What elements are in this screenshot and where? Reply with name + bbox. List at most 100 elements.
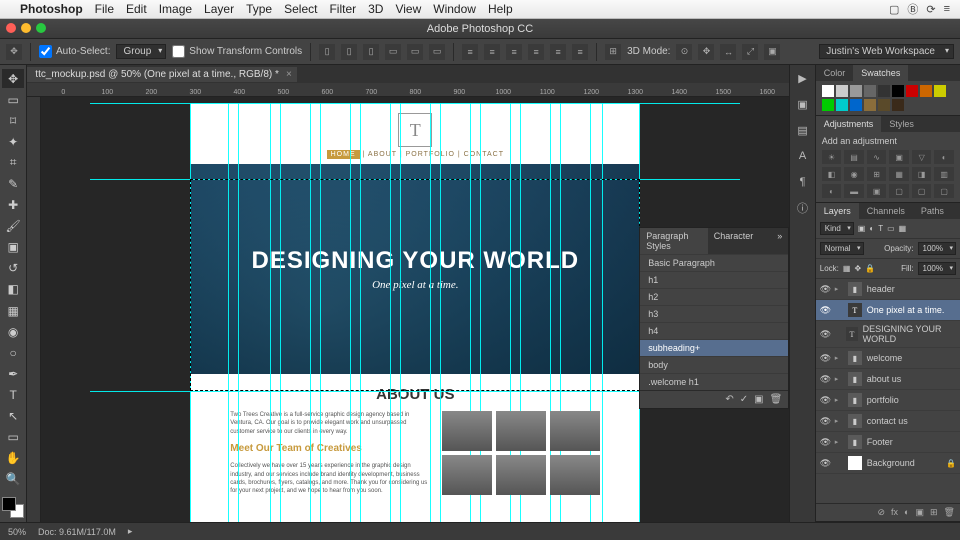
zoom-icon[interactable] bbox=[36, 23, 46, 33]
tab-swatches[interactable]: Swatches bbox=[853, 65, 908, 81]
visibility-icon[interactable]: 👁 bbox=[820, 437, 830, 448]
expand-icon[interactable]: ▸ bbox=[835, 396, 843, 404]
panel-menu-icon[interactable]: » bbox=[771, 228, 788, 254]
menu-select[interactable]: Select bbox=[284, 2, 317, 16]
menu-image[interactable]: Image bbox=[159, 2, 192, 16]
visibility-icon[interactable]: 👁 bbox=[820, 416, 830, 427]
layer-row[interactable]: 👁TDESIGNING YOUR WORLD bbox=[816, 321, 960, 348]
pstyle-basic[interactable]: Basic Paragraph bbox=[640, 254, 788, 271]
filter-pixel-icon[interactable]: ▣ bbox=[858, 224, 866, 233]
pstyle-h1[interactable]: h1 bbox=[640, 271, 788, 288]
layer-row[interactable]: 👁▸▮header bbox=[816, 279, 960, 300]
3d-slide-icon[interactable]: ↔ bbox=[720, 44, 736, 60]
adj-invert-icon[interactable]: ◨ bbox=[912, 167, 932, 181]
adobe-cc-icon[interactable]: ▢ bbox=[889, 3, 899, 16]
crop-tool[interactable]: ⌗ bbox=[2, 153, 24, 172]
tab-styles[interactable]: Styles bbox=[881, 116, 922, 132]
swatches-grid[interactable] bbox=[822, 85, 954, 111]
canvas-area[interactable]: T HOME | ABOUT | PORTFOLIO | CONTACT DES… bbox=[41, 97, 789, 522]
brush-tool[interactable]: 🖌 bbox=[2, 217, 24, 236]
adj-channel-mixer-icon[interactable]: ⊞ bbox=[867, 167, 887, 181]
eyedropper-tool[interactable]: ✎ bbox=[2, 174, 24, 193]
path-tool[interactable]: ↖ bbox=[2, 407, 24, 426]
visibility-icon[interactable]: 👁 bbox=[820, 374, 830, 385]
adj-gradient-map-icon[interactable]: ▬ bbox=[844, 184, 864, 198]
menu-view[interactable]: View bbox=[395, 2, 421, 16]
visibility-icon[interactable]: 👁 bbox=[820, 353, 830, 364]
eraser-tool[interactable]: ◧ bbox=[2, 280, 24, 299]
move-tool-icon[interactable]: ✥ bbox=[6, 44, 22, 60]
3d-camera-icon[interactable]: ▣ bbox=[764, 44, 780, 60]
distribute-v-icon[interactable]: ≡ bbox=[484, 44, 500, 60]
layer-row[interactable]: 👁▸▮portfolio bbox=[816, 390, 960, 411]
align-left-icon[interactable]: ▯ bbox=[319, 44, 335, 60]
fg-color-swatch[interactable] bbox=[2, 497, 16, 511]
wand-tool[interactable]: ✦ bbox=[2, 132, 24, 151]
visibility-icon[interactable]: 👁 bbox=[820, 305, 830, 316]
expand-icon[interactable]: ▸ bbox=[835, 375, 843, 383]
expand-icon[interactable]: ▸ bbox=[835, 438, 843, 446]
link-layers-icon[interactable]: ⊘ bbox=[877, 507, 885, 518]
tab-character-styles[interactable]: Character bbox=[708, 228, 760, 254]
adj-posterize-icon[interactable]: ▥ bbox=[934, 167, 954, 181]
pstyle-h3[interactable]: h3 bbox=[640, 305, 788, 322]
menu-window[interactable]: Window bbox=[433, 2, 476, 16]
blend-mode-dropdown[interactable]: Normal bbox=[820, 242, 864, 255]
distribute-h-icon[interactable]: ≡ bbox=[462, 44, 478, 60]
paragraph-icon[interactable]: ¶ bbox=[794, 173, 812, 191]
expand-icon[interactable]: ▸ bbox=[835, 354, 843, 362]
character-icon[interactable]: A bbox=[794, 147, 812, 165]
lock-pixels-icon[interactable]: ▦ bbox=[843, 264, 851, 273]
paragraph-styles-panel[interactable]: Paragraph Styles Character » Basic Parag… bbox=[639, 227, 789, 409]
layer-row[interactable]: 👁▸▮about us bbox=[816, 369, 960, 390]
new-group-icon[interactable]: ▣ bbox=[915, 507, 924, 518]
actions-icon[interactable]: ▤ bbox=[794, 121, 812, 139]
lasso-tool[interactable]: ⌑ bbox=[2, 111, 24, 130]
align-middle-icon[interactable]: ▭ bbox=[407, 44, 423, 60]
pstyle-welcome[interactable]: .welcome h1 bbox=[640, 373, 788, 390]
menu-layer[interactable]: Layer bbox=[204, 2, 234, 16]
adj-hue-icon[interactable]: ◐ bbox=[934, 150, 954, 164]
distribute-4-icon[interactable]: ≡ bbox=[528, 44, 544, 60]
zoom-tool[interactable]: 🔍 bbox=[2, 470, 24, 489]
menu-edit[interactable]: Edit bbox=[126, 2, 147, 16]
dodge-tool[interactable]: ○ bbox=[2, 343, 24, 362]
adj-levels-icon[interactable]: ▤ bbox=[844, 150, 864, 164]
layer-row[interactable]: 👁▸▮Footer bbox=[816, 432, 960, 453]
auto-align-icon[interactable]: ⊞ bbox=[605, 44, 621, 60]
history-icon[interactable]: ▣ bbox=[794, 95, 812, 113]
tab-adjustments[interactable]: Adjustments bbox=[816, 116, 882, 132]
adj-more1-icon[interactable]: ▢ bbox=[889, 184, 909, 198]
distribute-5-icon[interactable]: ≡ bbox=[550, 44, 566, 60]
lock-all-icon[interactable]: 🔒 bbox=[865, 264, 875, 273]
distribute-3-icon[interactable]: ≡ bbox=[506, 44, 522, 60]
3d-pan-icon[interactable]: ✥ bbox=[698, 44, 714, 60]
status-chevron-icon[interactable]: ▸ bbox=[128, 526, 133, 537]
distribute-6-icon[interactable]: ≡ bbox=[572, 44, 588, 60]
menu-file[interactable]: File bbox=[95, 2, 114, 16]
ruler-vertical[interactable] bbox=[27, 97, 41, 522]
opacity-value[interactable]: 100% bbox=[918, 242, 956, 255]
close-icon[interactable] bbox=[6, 23, 16, 33]
type-tool[interactable]: T bbox=[2, 385, 24, 404]
doc-tab[interactable]: ttc_mockup.psd @ 50% (One pixel at a tim… bbox=[27, 67, 297, 82]
info-icon[interactable]: ⓘ bbox=[794, 199, 812, 217]
visibility-icon[interactable]: 👁 bbox=[820, 395, 830, 406]
history-brush-tool[interactable]: ↺ bbox=[2, 259, 24, 278]
adj-bw-icon[interactable]: ◧ bbox=[822, 167, 842, 181]
move-tool[interactable]: ✥ bbox=[2, 69, 24, 88]
show-transform-checkbox[interactable]: Show Transform Controls bbox=[172, 45, 302, 58]
adj-threshold-icon[interactable]: ◐ bbox=[822, 184, 842, 198]
3d-orbit-icon[interactable]: ⊙ bbox=[676, 44, 692, 60]
align-top-icon[interactable]: ▭ bbox=[385, 44, 401, 60]
auto-select-checkbox[interactable]: Auto-Select: bbox=[39, 45, 110, 58]
lock-icon[interactable]: 🔒 bbox=[946, 459, 956, 468]
expand-icon[interactable]: ▸ bbox=[835, 417, 843, 425]
window-controls[interactable] bbox=[6, 23, 46, 33]
adj-brightness-icon[interactable]: ☀ bbox=[822, 150, 842, 164]
tab-color[interactable]: Color bbox=[816, 65, 854, 81]
adj-more3-icon[interactable]: ▢ bbox=[934, 184, 954, 198]
menu-type[interactable]: Type bbox=[246, 2, 272, 16]
align-bottom-icon[interactable]: ▭ bbox=[429, 44, 445, 60]
behance-icon[interactable]: Ⓑ bbox=[907, 1, 918, 17]
